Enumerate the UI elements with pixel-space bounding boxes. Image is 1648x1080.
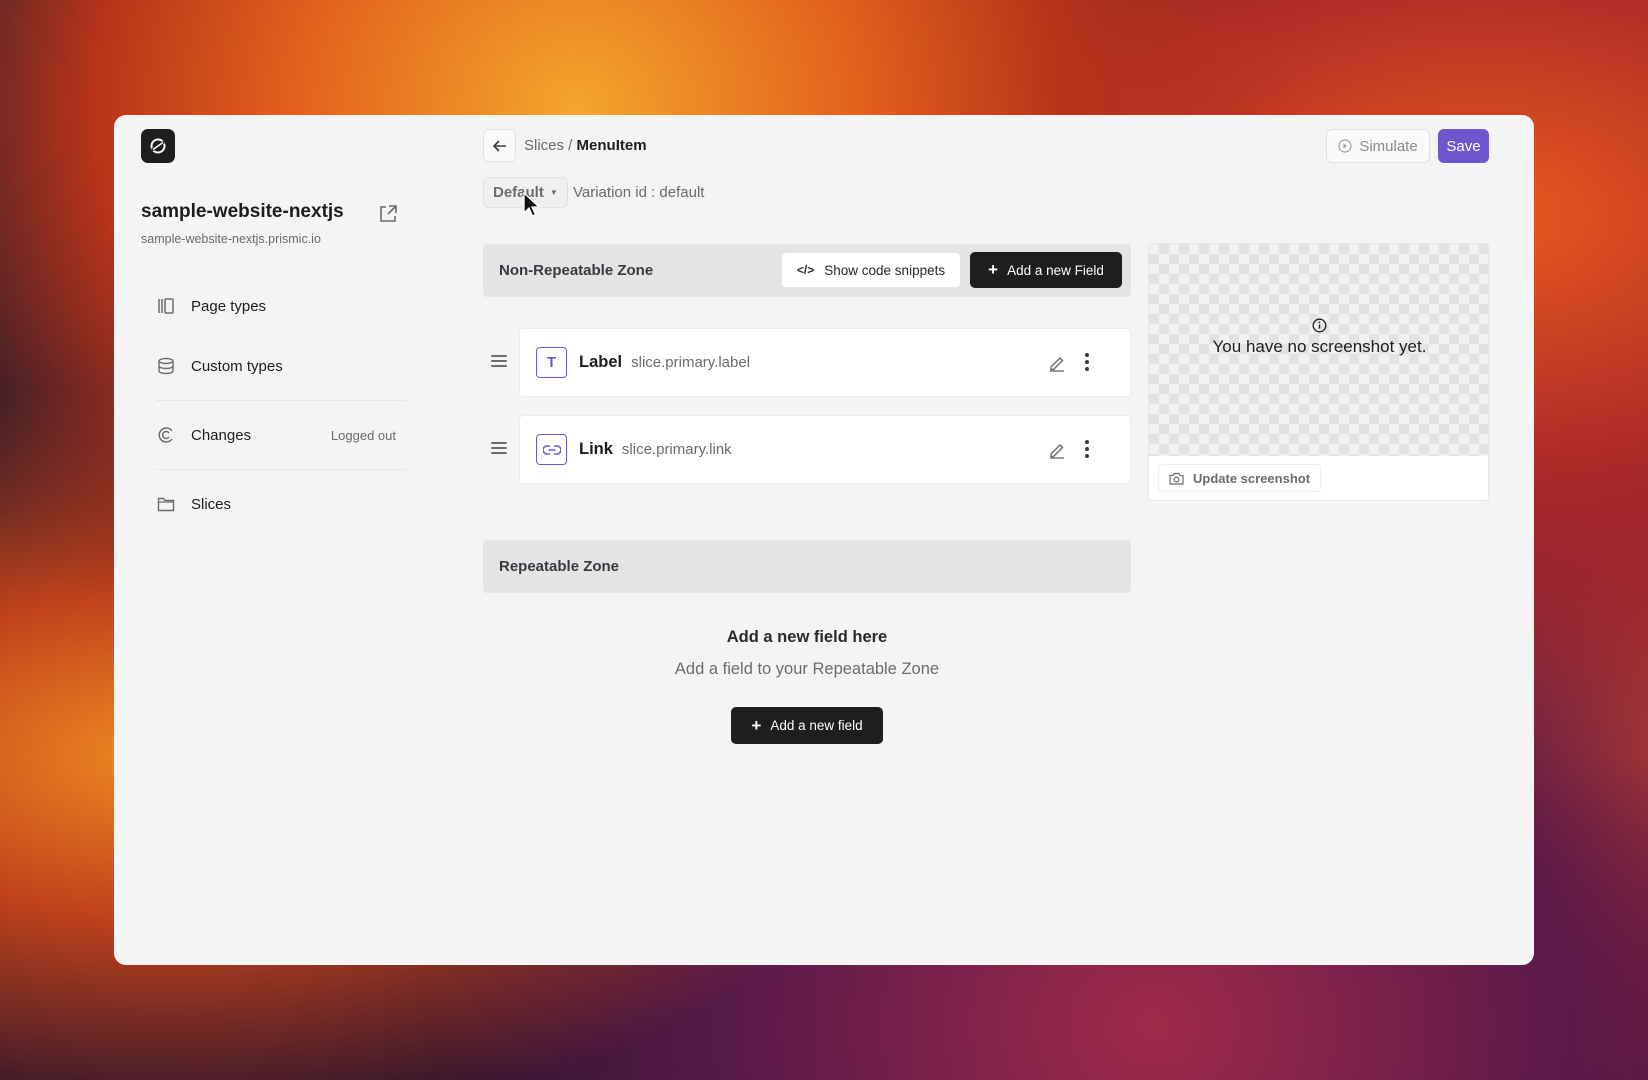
sidebar-item-label: Custom types xyxy=(191,357,283,375)
external-link-icon[interactable] xyxy=(377,203,399,225)
field-path: slice.primary.label xyxy=(631,354,751,371)
arrow-left-icon xyxy=(492,139,506,152)
page-types-icon xyxy=(156,296,176,316)
field-name: Link xyxy=(579,440,613,458)
project-url: sample-website-nextjs.prismic.io xyxy=(141,232,321,246)
empty-state-subtitle: Add a field to your Repeatable Zone xyxy=(674,660,940,678)
field-row[interactable]: Link slice.primary.link xyxy=(519,415,1131,484)
sidebar-item-changes[interactable]: Changes Logged out xyxy=(156,420,396,450)
code-icon: </> xyxy=(796,263,815,277)
empty-state-title: Add a new field here xyxy=(726,628,888,646)
plus-icon: + xyxy=(988,260,999,279)
sidebar-divider xyxy=(156,469,406,470)
text-field-icon: T xyxy=(536,347,567,378)
zone-title: Non-Repeatable Zone xyxy=(499,262,654,279)
zone-title: Repeatable Zone xyxy=(499,558,620,575)
breadcrumb-current: MenuItem xyxy=(576,137,647,154)
prismic-logo-icon[interactable] xyxy=(141,129,175,163)
simulate-button[interactable]: Simulate xyxy=(1326,129,1430,163)
add-field-button[interactable]: + Add a new Field xyxy=(970,252,1122,288)
add-field-label: Add a new field xyxy=(770,718,863,733)
field-name: Label xyxy=(579,353,623,371)
breadcrumb-parent[interactable]: Slices / xyxy=(524,137,572,154)
field-row[interactable]: T Label slice.primary.label xyxy=(519,328,1131,397)
database-icon xyxy=(156,356,176,376)
sidebar-item-label: Page types xyxy=(191,297,267,315)
camera-icon xyxy=(1169,472,1184,485)
screenshot-placeholder: You have no screenshot yet. xyxy=(1149,244,1488,456)
play-circle-icon xyxy=(1338,139,1352,153)
pencil-icon[interactable] xyxy=(1047,440,1067,460)
sidebar-item-custom-types[interactable]: Custom types xyxy=(156,351,396,381)
pencil-icon[interactable] xyxy=(1047,353,1067,373)
status-badge: Logged out xyxy=(330,427,396,443)
add-field-label: Add a new Field xyxy=(1007,262,1104,278)
drag-handle-icon[interactable] xyxy=(491,355,507,369)
project-name: sample-website-nextjs xyxy=(141,201,344,222)
app-window: sample-website-nextjs sample-website-nex… xyxy=(114,115,1534,965)
update-screenshot-label: Update screenshot xyxy=(1193,470,1311,486)
breadcrumb: Slices / MenuItem xyxy=(524,137,647,154)
field-path: slice.primary.link xyxy=(621,441,732,458)
folder-icon xyxy=(156,494,176,514)
drag-handle-icon[interactable] xyxy=(491,442,507,456)
snippets-label: Show code snippets xyxy=(824,262,946,278)
link-field-icon xyxy=(536,434,567,465)
back-button[interactable] xyxy=(483,129,516,162)
info-icon xyxy=(1312,318,1327,332)
sidebar-item-label: Slices xyxy=(191,495,232,513)
mouse-cursor-icon xyxy=(523,192,541,217)
save-button[interactable]: Save xyxy=(1438,129,1489,163)
more-vertical-icon[interactable] xyxy=(1083,438,1091,460)
variation-id: Variation id : default xyxy=(573,184,705,201)
sidebar-item-page-types[interactable]: Page types xyxy=(156,291,396,321)
add-repeatable-field-button[interactable]: + Add a new field xyxy=(731,707,883,744)
more-vertical-icon[interactable] xyxy=(1083,351,1091,373)
sidebar-item-label: Changes xyxy=(191,426,252,444)
screenshot-panel: You have no screenshot yet. Update scree… xyxy=(1148,243,1489,501)
repeatable-zone-header: Repeatable Zone xyxy=(483,540,1131,593)
sidebar-item-slices[interactable]: Slices xyxy=(156,489,396,519)
chevron-down-icon: ▼ xyxy=(549,188,558,197)
changes-icon xyxy=(156,425,176,445)
plus-icon: + xyxy=(751,715,762,735)
show-code-snippets-button[interactable]: </> Show code snippets xyxy=(781,252,961,288)
update-screenshot-button[interactable]: Update screenshot xyxy=(1158,464,1322,492)
non-repeatable-zone-header: Non-Repeatable Zone </> Show code snippe… xyxy=(483,244,1131,297)
sidebar-divider xyxy=(156,400,406,401)
no-screenshot-message: You have no screenshot yet. xyxy=(1212,336,1427,356)
simulate-label: Simulate xyxy=(1359,137,1418,155)
